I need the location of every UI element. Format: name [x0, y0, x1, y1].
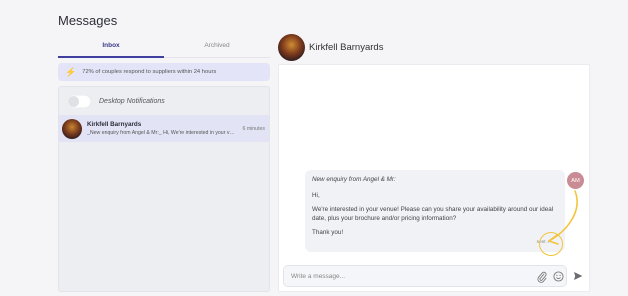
chat-header: Kirkfell Barnyards: [278, 34, 383, 61]
chat-title: Kirkfell Barnyards: [309, 42, 384, 53]
message-greeting: Hi,: [312, 191, 320, 199]
message-bubble: New enquiry from Angel & Mr: Hi, We're i…: [305, 170, 565, 252]
desktop-notifications-row: Desktop Notifications: [59, 87, 269, 115]
chat-panel: New enquiry from Angel & Mr: Hi, We're i…: [278, 64, 590, 292]
annotation-arrow-icon: [548, 190, 578, 245]
desktop-notifications-label: Desktop Notifications: [99, 97, 165, 105]
response-stat-text: 72% of couples respond to suppliers with…: [82, 69, 217, 75]
tab-archived[interactable]: Archived: [164, 38, 270, 58]
send-icon[interactable]: [573, 271, 583, 281]
conversation-name: Kirkfell Barnyards: [87, 121, 142, 128]
emoji-icon[interactable]: [553, 271, 564, 282]
inbox-tabs: Inbox Archived: [58, 38, 270, 58]
bolt-icon: ⚡: [65, 66, 77, 77]
tab-inbox[interactable]: Inbox: [58, 38, 164, 58]
conversation-preview: _New enquiry from Angel & Mr:_ Hi, We're…: [87, 130, 237, 136]
response-stat-banner: ⚡ 72% of couples respond to suppliers wi…: [58, 63, 270, 81]
avatar: [62, 118, 82, 139]
desktop-notifications-toggle[interactable]: [67, 94, 91, 108]
message-composer: [283, 265, 567, 287]
message-subject: New enquiry from Angel & Mr:: [312, 176, 396, 183]
avatar: [278, 34, 305, 61]
conversation-time: 6 minutes: [242, 126, 266, 132]
conversation-list: Desktop Notifications Kirkfell Barnyards…: [58, 86, 270, 292]
message-input[interactable]: [291, 270, 521, 283]
page-title: Messages: [58, 13, 118, 28]
message-body: We're interested in your venue! Please c…: [312, 206, 554, 222]
message-signoff: Thank you!: [312, 229, 344, 236]
conversation-item[interactable]: Kirkfell Barnyards _New enquiry from Ang…: [59, 115, 269, 142]
paperclip-icon[interactable]: [537, 271, 547, 283]
sender-avatar: AM: [567, 172, 584, 189]
